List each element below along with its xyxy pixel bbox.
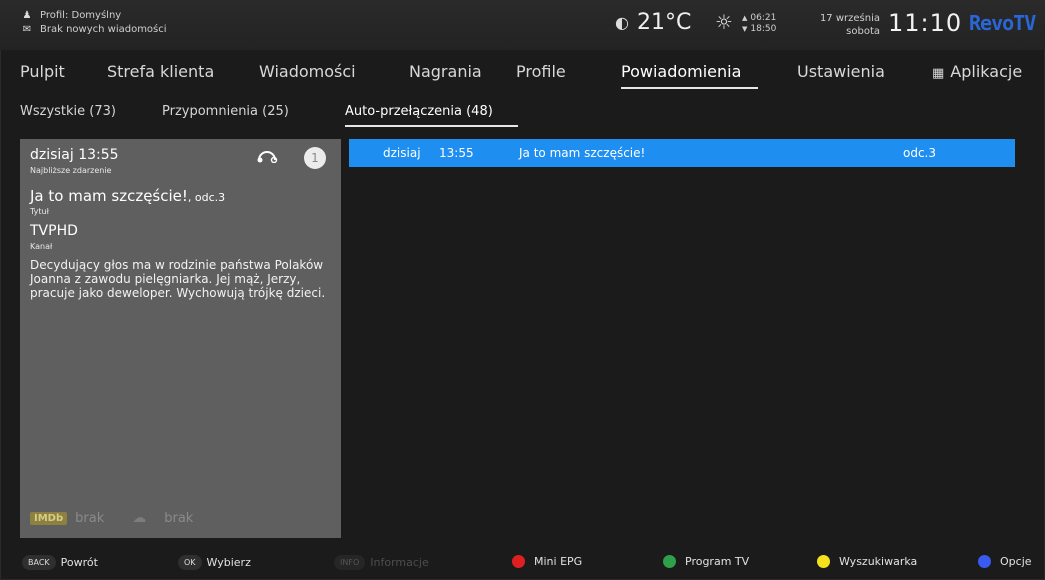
ok-key: OK	[178, 555, 202, 570]
sun-icon: ☼	[715, 10, 733, 34]
tab-przypomnienia[interactable]: Przypomnienia (25)	[162, 104, 289, 119]
notification-list: dzisiaj 13:55 Ja to mam szczęście! odc.3	[349, 139, 1015, 167]
list-item-episode: odc.3	[903, 146, 937, 160]
hint-info-label: Informacje	[370, 556, 429, 569]
nav-item-powiadomienia[interactable]: Powiadomienia	[621, 62, 741, 81]
hint-back[interactable]: BACK Powrót	[22, 555, 98, 570]
hint-green-label: Program TV	[685, 555, 750, 568]
event-when-label: Najbliższe zdarzenie	[30, 166, 112, 175]
event-title: Ja to mam szczęście!, odc.3	[30, 187, 225, 205]
hint-red-label: Mini EPG	[534, 555, 583, 568]
auto-switch-icon	[257, 151, 278, 163]
remote-hints-bar: BACK Powrót OK Wybierz INFO Informacje M…	[0, 549, 1045, 577]
event-when: dzisiaj 13:55	[30, 147, 119, 163]
imdb-rating: brak	[75, 510, 105, 526]
event-episode: , odc.3	[187, 191, 226, 204]
nav-item-profile[interactable]: Profile	[516, 62, 566, 81]
event-channel-label: Kanał	[30, 242, 53, 251]
imdb-logo: IMDb	[30, 511, 68, 525]
rating-cloud-icon: ☁	[132, 510, 147, 526]
nav-item-aplikacje-label: Aplikacje	[950, 62, 1023, 81]
hint-info: INFO Informacje	[334, 555, 429, 570]
tab-active-underline	[345, 125, 518, 127]
sun-times: ▲ 06:21 ▼ 18:50	[742, 13, 776, 35]
tv-screen: ♟ Profil: Domyślny ✉ Brak nowych wiadomośc…	[0, 0, 1045, 580]
event-channel: TVPHD	[30, 223, 78, 239]
sunset-arrow-icon: ▼	[742, 25, 748, 33]
nav-item-wiadomosci[interactable]: Wiadomości	[259, 62, 356, 81]
list-item[interactable]: dzisiaj 13:55 Ja to mam szczęście! odc.3	[349, 139, 1015, 167]
event-count-badge: 1	[304, 147, 326, 169]
date: 17 września sobota	[816, 12, 880, 38]
envelope-icon: ✉	[22, 24, 32, 35]
event-title-label: Tytuł	[30, 207, 49, 216]
sunset-time: 18:50	[750, 24, 777, 34]
nav-item-nagrania[interactable]: Nagrania	[409, 62, 482, 81]
hint-red[interactable]: Mini EPG	[512, 555, 582, 568]
apps-grid-icon: ▦	[932, 66, 945, 81]
user-icon: ♟	[22, 10, 32, 21]
list-item-title: Ja to mam szczęście!	[519, 146, 646, 160]
hint-yellow[interactable]: Wyszukiwarka	[817, 555, 917, 568]
event-description: Decydujący głos ma w rodzinie państwa Po…	[30, 258, 326, 300]
back-key: BACK	[22, 555, 56, 570]
hint-blue-label: Opcje	[1000, 555, 1032, 568]
notification-tabs: Wszystkie (73) Przypomnienia (25) Auto-p…	[0, 104, 1045, 130]
nav-item-pulpit[interactable]: Pulpit	[20, 62, 65, 81]
date-weekday: sobota	[846, 26, 880, 37]
brand-logo: RevoTV	[969, 11, 1036, 35]
temperature: 21°C	[636, 10, 692, 35]
nav-item-ustawienia[interactable]: Ustawienia	[797, 62, 885, 81]
hint-blue[interactable]: Opcje	[978, 555, 1032, 568]
nav-active-underline	[621, 87, 758, 89]
profile-name: Profil: Domyślny	[40, 10, 122, 21]
hint-ok-label: Wybierz	[206, 556, 251, 569]
secondary-rating: brak	[164, 510, 194, 526]
event-title-text: Ja to mam szczęście!	[30, 187, 188, 205]
red-button-icon	[512, 555, 525, 568]
moon-icon: ◐	[615, 13, 629, 32]
hint-ok[interactable]: OK Wybierz	[178, 555, 251, 570]
hint-back-label: Powrót	[60, 556, 98, 569]
main-nav: Pulpit Strefa klienta Wiadomości Nagrani…	[0, 62, 1045, 92]
date-day: 17 września	[819, 13, 880, 24]
sunrise-time: 06:21	[750, 13, 777, 23]
blue-button-icon	[978, 555, 991, 568]
tab-auto-przelaczenia[interactable]: Auto-przełączenia (48)	[345, 104, 493, 119]
list-item-day: dzisiaj	[383, 146, 421, 160]
messages-status: Brak nowych wiadomości	[40, 24, 167, 35]
clock: 11:10	[888, 9, 963, 37]
info-key: INFO	[334, 555, 366, 570]
list-item-time: 13:55	[439, 146, 474, 160]
hint-yellow-label: Wyszukiwarka	[839, 555, 918, 568]
tab-wszystkie[interactable]: Wszystkie (73)	[20, 104, 116, 119]
status-bar: ♟ Profil: Domyślny ✉ Brak nowych wiadomośc…	[0, 0, 1045, 50]
profile-info: ♟ Profil: Domyślny ✉ Brak nowych wiadomośc…	[22, 9, 167, 37]
nav-item-strefa-klienta[interactable]: Strefa klienta	[107, 62, 214, 81]
event-detail-panel: dzisiaj 13:55 Najbliższe zdarzenie 1 Ja …	[20, 139, 341, 538]
weather: ◐ 21°C	[615, 10, 691, 35]
ratings-row: IMDb brak ☁ brak	[30, 510, 193, 526]
yellow-button-icon	[817, 555, 830, 568]
hint-green[interactable]: Program TV	[663, 555, 749, 568]
green-button-icon	[663, 555, 676, 568]
nav-item-aplikacje[interactable]: ▦ Aplikacje	[932, 62, 1022, 81]
sunrise-arrow-icon: ▲	[742, 14, 748, 22]
